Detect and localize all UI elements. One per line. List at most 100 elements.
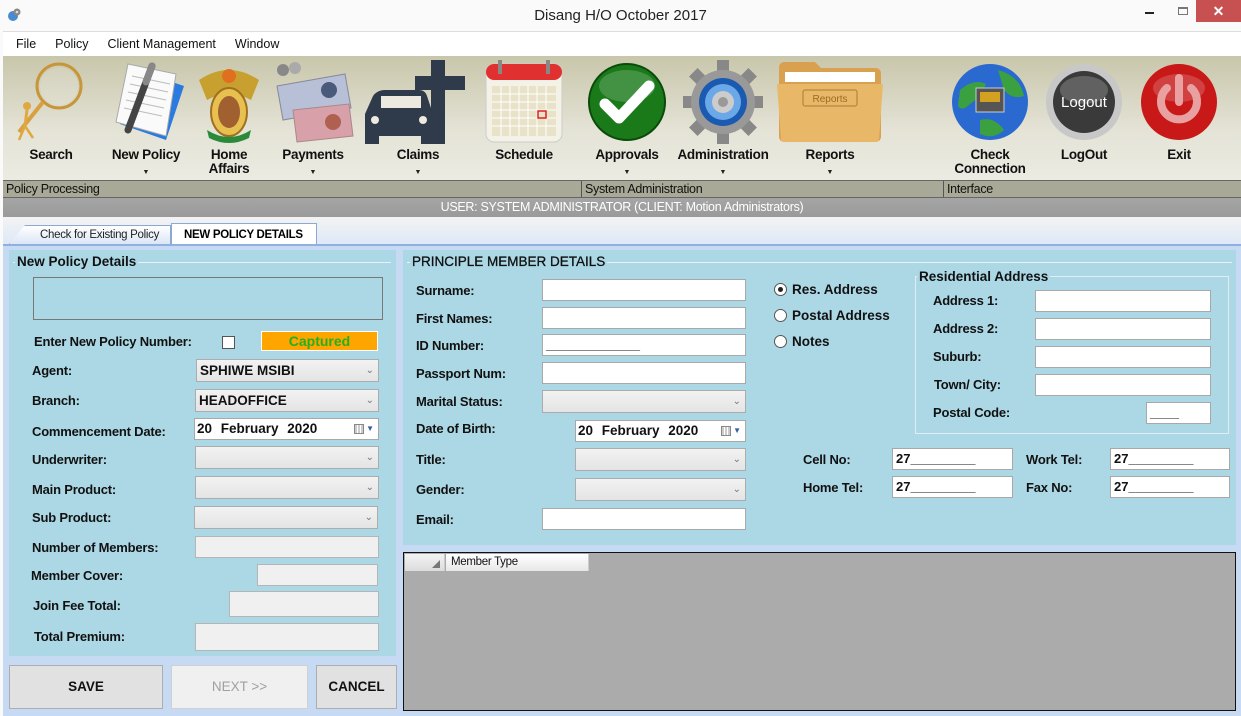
new-policy-button[interactable]: New Policy ▼ bbox=[101, 56, 191, 180]
number-of-members-field[interactable] bbox=[195, 536, 379, 558]
schedule-label: Schedule bbox=[495, 147, 553, 162]
approvals-dropdown-icon: ▼ bbox=[623, 169, 631, 176]
fax-no-field[interactable]: 27_________ bbox=[1110, 476, 1230, 498]
home-tel-field[interactable]: 27_________ bbox=[892, 476, 1013, 498]
id-number-label: ID Number: bbox=[416, 338, 485, 353]
postal-code-field[interactable]: ____ bbox=[1146, 402, 1211, 424]
sub-product-select[interactable]: ⌄ bbox=[194, 506, 378, 529]
home-affairs-label: Home Affairs bbox=[208, 147, 250, 176]
menu-window[interactable]: Window bbox=[235, 37, 279, 51]
radio-res-address[interactable]: Res. Address bbox=[774, 282, 878, 297]
menu-bar: File Policy Client Management Window bbox=[3, 31, 1241, 56]
reports-label: Reports bbox=[805, 147, 855, 162]
cancel-button[interactable]: CANCEL bbox=[316, 665, 397, 709]
tab-strip: Check for Existing Policy NEW POLICY DET… bbox=[3, 217, 1241, 245]
number-of-members-label: Number of Members: bbox=[32, 540, 159, 555]
search-button[interactable]: Search bbox=[8, 56, 94, 180]
radio-notes[interactable]: Notes bbox=[774, 334, 830, 349]
administration-button[interactable]: Administration ▼ bbox=[677, 56, 769, 180]
join-fee-total-label: Join Fee Total: bbox=[33, 598, 121, 613]
passport-field[interactable] bbox=[542, 362, 746, 384]
corner-triangle-icon bbox=[432, 560, 440, 568]
address1-field[interactable] bbox=[1035, 290, 1211, 312]
first-names-label: First Names: bbox=[416, 311, 493, 326]
save-button[interactable]: SAVE bbox=[9, 665, 163, 709]
branch-value: HEADOFFICE bbox=[199, 393, 287, 408]
menu-file[interactable]: File bbox=[16, 37, 36, 51]
group-interface: Interface bbox=[947, 182, 993, 196]
principal-member-title: PRINCIPLE MEMBER DETAILS bbox=[410, 254, 608, 269]
address2-field[interactable] bbox=[1035, 318, 1211, 340]
radio-res-address-label: Res. Address bbox=[792, 282, 878, 297]
email-field[interactable] bbox=[542, 508, 746, 530]
agent-select[interactable]: SPHIWE MSIBI ⌄ bbox=[196, 359, 379, 382]
cell-no-label: Cell No: bbox=[803, 452, 851, 467]
next-button[interactable]: NEXT >> bbox=[171, 665, 308, 709]
principal-member-group: PRINCIPLE MEMBER DETAILS Surname: First … bbox=[403, 250, 1236, 545]
surname-field[interactable] bbox=[542, 279, 746, 301]
home-affairs-button[interactable]: Home Affairs bbox=[196, 56, 262, 180]
enter-policy-number-label: Enter New Policy Number: bbox=[34, 334, 192, 349]
total-premium-field[interactable] bbox=[195, 623, 379, 651]
enter-policy-number-checkbox[interactable] bbox=[222, 336, 235, 349]
underwriter-label: Underwriter: bbox=[32, 452, 107, 467]
work-tel-field[interactable]: 27_________ bbox=[1110, 448, 1230, 470]
banknotes-icon bbox=[276, 62, 354, 143]
suburb-label: Suburb: bbox=[933, 349, 982, 364]
column-header-member-type[interactable]: Member Type bbox=[446, 554, 589, 571]
town-field[interactable] bbox=[1035, 374, 1211, 396]
dob-picker[interactable]: 20 February 2020 ▼ bbox=[575, 420, 746, 442]
gender-select[interactable]: ⌄ bbox=[575, 478, 746, 501]
close-button[interactable]: ✕ bbox=[1196, 0, 1241, 22]
first-names-field[interactable] bbox=[542, 307, 746, 329]
title-select[interactable]: ⌄ bbox=[575, 448, 746, 471]
join-fee-total-field[interactable] bbox=[229, 591, 379, 617]
underwriter-select[interactable]: ⌄ bbox=[195, 446, 379, 469]
agent-label: Agent: bbox=[32, 363, 72, 378]
chevron-down-icon: ⌄ bbox=[364, 512, 373, 523]
grid-select-all-corner[interactable] bbox=[405, 554, 445, 571]
chevron-down-icon: ⌄ bbox=[365, 395, 374, 406]
id-number-field[interactable]: _____________ bbox=[542, 334, 746, 356]
chevron-down-icon: ⌄ bbox=[732, 484, 741, 495]
tab-check-existing-policy[interactable]: Check for Existing Policy bbox=[9, 225, 171, 244]
reports-button[interactable]: Reports Reports ▼ bbox=[775, 56, 885, 180]
claims-button[interactable]: Claims ▼ bbox=[363, 56, 473, 180]
residential-address-title: Residential Address bbox=[917, 269, 1051, 284]
schedule-button[interactable]: Schedule bbox=[479, 56, 569, 180]
dob-label: Date of Birth: bbox=[416, 421, 496, 436]
address2-label: Address 2: bbox=[933, 321, 999, 336]
logout-button[interactable]: Logout LogOut bbox=[1043, 56, 1125, 180]
check-connection-button[interactable]: Check Connection bbox=[945, 56, 1035, 180]
menu-client-management[interactable]: Client Management bbox=[108, 37, 216, 51]
main-product-select[interactable]: ⌄ bbox=[195, 476, 379, 499]
power-icon bbox=[1141, 64, 1217, 140]
new-policy-details-group: New Policy Details Enter New Policy Numb… bbox=[9, 250, 396, 656]
exit-button[interactable]: Exit bbox=[1139, 56, 1219, 180]
branch-select[interactable]: HEADOFFICE ⌄ bbox=[195, 389, 379, 412]
status-badge: Captured bbox=[261, 331, 378, 351]
folder-icon: Reports bbox=[777, 62, 883, 142]
tab-new-policy-details[interactable]: NEW POLICY DETAILS bbox=[171, 223, 317, 245]
commencement-date-label: Commencement Date: bbox=[32, 424, 166, 439]
group-policy-processing: Policy Processing bbox=[6, 182, 100, 196]
title-label: Title: bbox=[416, 452, 446, 467]
commencement-date-value: 20 February 2020 bbox=[197, 421, 318, 436]
commencement-date-picker[interactable]: 20 February 2020 ▼ bbox=[194, 418, 379, 440]
coat-of-arms-icon bbox=[199, 69, 259, 143]
logout-button-text: Logout bbox=[1061, 94, 1108, 111]
payments-button[interactable]: Payments ▼ bbox=[265, 56, 361, 180]
claims-dropdown-icon: ▼ bbox=[414, 169, 422, 176]
approvals-button[interactable]: Approvals ▼ bbox=[587, 56, 667, 180]
work-tel-label: Work Tel: bbox=[1026, 452, 1083, 467]
members-grid[interactable]: Member Type bbox=[403, 552, 1236, 711]
member-cover-field[interactable] bbox=[257, 564, 378, 586]
marital-status-select[interactable]: ⌄ bbox=[542, 390, 746, 413]
gender-label: Gender: bbox=[416, 482, 465, 497]
cell-no-field[interactable]: 27_________ bbox=[892, 448, 1013, 470]
radio-postal-address[interactable]: Postal Address bbox=[774, 308, 890, 323]
document-pen-icon bbox=[115, 62, 184, 140]
passport-label: Passport Num: bbox=[416, 366, 506, 381]
suburb-field[interactable] bbox=[1035, 346, 1211, 368]
menu-policy[interactable]: Policy bbox=[55, 37, 88, 51]
